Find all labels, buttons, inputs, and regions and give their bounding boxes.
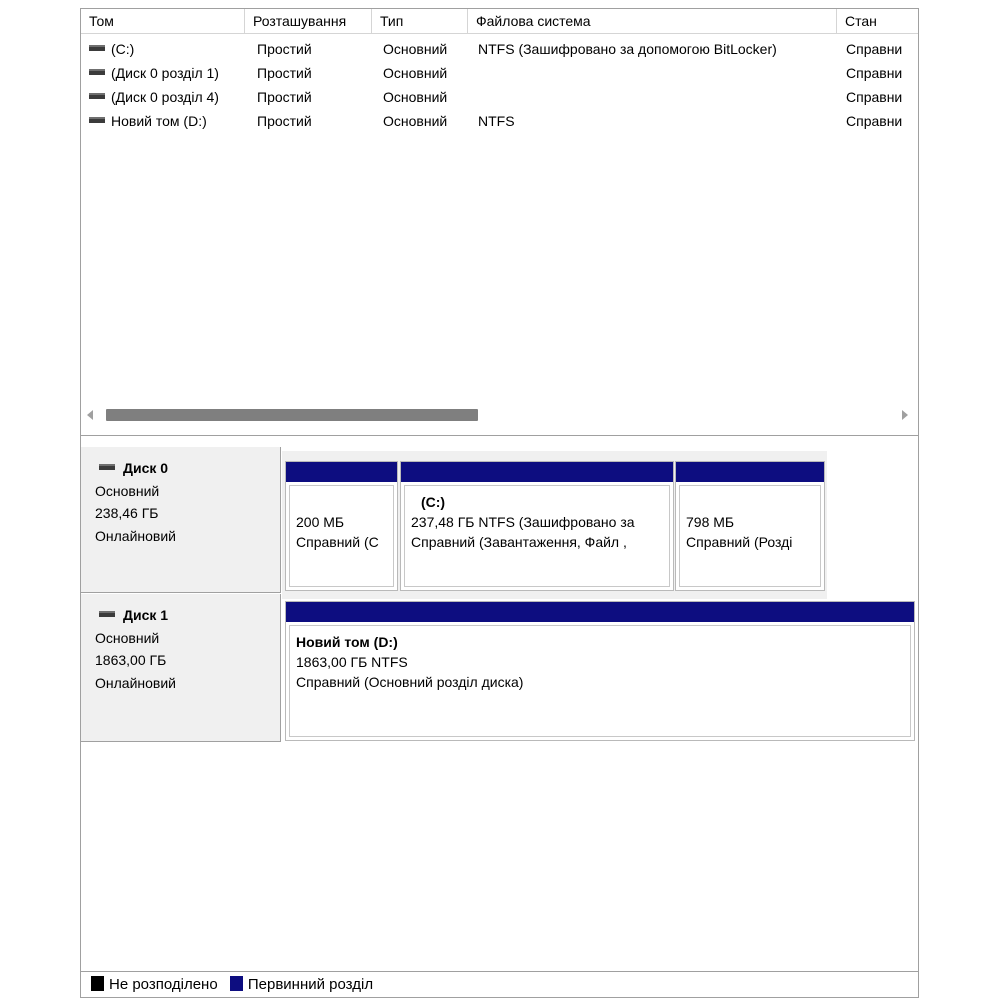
drive-icon: [89, 45, 105, 52]
partition-body: 200 МБ Справний (С: [289, 485, 394, 587]
primary-partition-bar: [286, 462, 397, 482]
primary-partition-bar: [286, 602, 914, 622]
disk-state: Онлайновий: [95, 674, 176, 691]
disk-size: 238,46 ГБ: [95, 505, 159, 521]
volume-type: Основний: [383, 89, 448, 105]
column-header-filesystem[interactable]: Файлова система: [468, 9, 837, 34]
partition-size: 237,48 ГБ NTFS (Зашифровано за: [411, 514, 635, 530]
legend-swatch: [229, 976, 243, 991]
partition-body: Новий том (D:) 1863,00 ГБ NTFS Справний …: [289, 625, 911, 737]
column-header-type[interactable]: Тип: [372, 9, 468, 34]
volume-name-cell: (C:): [89, 37, 245, 61]
legend-item-primary: Первинний розділ: [229, 972, 374, 998]
disk-state: Онлайновий: [95, 527, 176, 544]
volume-type: Основний: [383, 65, 448, 81]
volume-name: Новий том (D:): [111, 113, 207, 129]
partition-disk1-d[interactable]: Новий том (D:) 1863,00 ГБ NTFS Справний …: [285, 601, 915, 741]
disk-size: 1863,00 ГБ: [95, 652, 167, 668]
horizontal-scrollbar[interactable]: [81, 405, 918, 425]
volume-name: (C:): [111, 41, 135, 57]
partition-status: Справний (Завантаження, Файл ,: [411, 534, 627, 550]
volume-status: Справни: [846, 113, 903, 129]
disk-graphical-view: Диск 0 Основний 238,46 ГБ Онлайновий 200…: [81, 437, 918, 970]
partition-status: Справний (С: [296, 534, 379, 550]
partition-disk0-c[interactable]: (C:) 237,48 ГБ NTFS (Зашифровано за Спра…: [400, 461, 674, 591]
partition-name: [686, 492, 814, 512]
volume-filesystem: NTFS (Зашифровано за допомогою BitLocker…: [478, 41, 777, 57]
volume-name: (Диск 0 розділ 4): [111, 89, 219, 105]
drive-icon: [89, 69, 105, 76]
volume-layout: Простий: [257, 113, 312, 129]
volume-row[interactable]: Новий том (D:) Простий Основний NTFS Спр…: [81, 109, 918, 133]
legend-label: Не розподілено: [109, 976, 218, 993]
volume-name-cell: (Диск 0 розділ 4): [89, 85, 245, 109]
volume-status: Справни: [846, 65, 903, 81]
partition-status: Справний (Розді: [686, 534, 793, 550]
volume-name: (Диск 0 розділ 1): [111, 65, 219, 81]
volume-name-cell: (Диск 0 розділ 1): [89, 61, 245, 85]
volume-layout: Простий: [257, 41, 312, 57]
column-header-layout[interactable]: Розташування: [245, 9, 372, 34]
partition-body: 798 МБ Справний (Розді: [679, 485, 821, 587]
legend-label: Первинний розділ: [247, 976, 374, 993]
disk-kind: Основний: [95, 482, 160, 499]
volume-name-cell: Новий том (D:): [89, 109, 245, 133]
drive-icon: [89, 117, 105, 124]
scroll-right-arrow-icon[interactable]: [902, 410, 908, 420]
volume-filesystem: [478, 85, 837, 109]
disk-kind: Основний: [95, 629, 160, 646]
legend-item-unallocated: Не розподілено: [91, 972, 218, 998]
volume-status: Справни: [846, 89, 903, 105]
scrollbar-thumb[interactable]: [106, 409, 478, 421]
disk-title: Диск 0: [95, 457, 280, 480]
legend-swatch: [91, 976, 104, 991]
partition-disk0-4[interactable]: 798 МБ Справний (Розді: [675, 461, 825, 591]
partition-name: (C:): [421, 494, 446, 510]
volume-list[interactable]: Том Розташування Тип Файлова система Ста…: [81, 9, 918, 436]
primary-partition-bar: [676, 462, 824, 482]
partition-size: 1863,00 ГБ NTFS: [296, 654, 408, 670]
partition-size: 200 МБ: [296, 514, 345, 530]
disk-1-partition-map: Новий том (D:) 1863,00 ГБ NTFS Справний …: [282, 601, 918, 742]
scroll-left-arrow-icon[interactable]: [87, 410, 93, 420]
partition-body: (C:) 237,48 ГБ NTFS (Зашифровано за Спра…: [404, 485, 670, 587]
volume-layout: Простий: [257, 89, 312, 105]
volume-filesystem: [478, 61, 837, 85]
primary-partition-bar: [401, 462, 673, 482]
volume-list-header: Том Розташування Тип Файлова система Ста…: [81, 9, 918, 34]
volume-row[interactable]: (C:) Простий Основний NTFS (Зашифровано …: [81, 37, 918, 61]
disk-management-window: Том Розташування Тип Файлова система Ста…: [80, 8, 919, 998]
disk-title: Диск 1: [95, 604, 280, 627]
disk-icon: [99, 611, 115, 618]
volume-filesystem: NTFS: [478, 113, 515, 129]
drive-icon: [89, 93, 105, 100]
partition-status: Справний (Основний розділ диска): [296, 674, 524, 690]
disk-title-label: Диск 0: [123, 460, 169, 476]
column-header-volume[interactable]: Том: [81, 9, 245, 34]
volume-type: Основний: [383, 113, 448, 129]
partition-disk0-1[interactable]: 200 МБ Справний (С: [285, 461, 398, 591]
partition-name: [296, 492, 387, 512]
partition-name: Новий том (D:): [296, 634, 398, 650]
column-header-status[interactable]: Стан: [837, 9, 918, 34]
volume-row[interactable]: (Диск 0 розділ 4) Простий Основний Справ…: [81, 85, 918, 109]
disk-1-info[interactable]: Диск 1 Основний 1863,00 ГБ Онлайновий: [81, 594, 281, 742]
volume-row[interactable]: (Диск 0 розділ 1) Простий Основний Справ…: [81, 61, 918, 85]
disk-title-label: Диск 1: [123, 607, 169, 623]
disk-0-info[interactable]: Диск 0 Основний 238,46 ГБ Онлайновий: [81, 447, 281, 593]
legend: Не розподілено Первинний розділ: [81, 971, 918, 997]
disk-0-partition-map: 200 МБ Справний (С (C:) 237,48 ГБ NTFS (…: [282, 451, 827, 599]
volume-status: Справни: [846, 41, 903, 57]
partition-size: 798 МБ: [686, 514, 735, 530]
volume-layout: Простий: [257, 65, 312, 81]
disk-icon: [99, 464, 115, 471]
volume-type: Основний: [383, 41, 448, 57]
